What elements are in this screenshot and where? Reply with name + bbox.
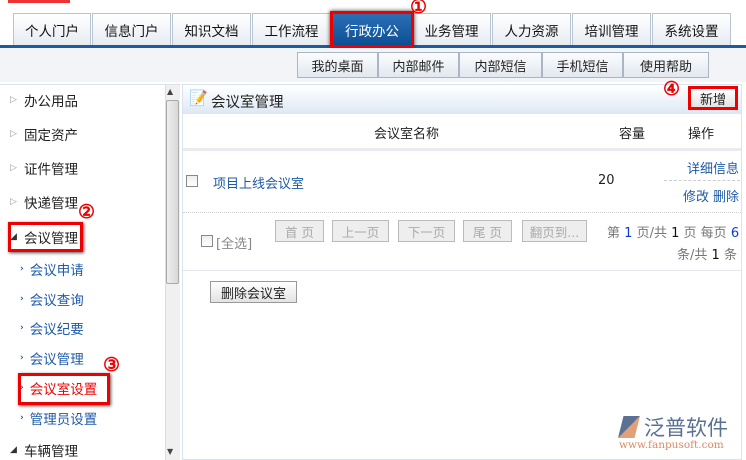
annotation-3: ③ [103,354,121,376]
collapse-arrow-icon: ◢ [10,445,17,455]
pager-text: 页 每页 [683,226,727,241]
scroll-up-icon[interactable]: ▲ [167,87,173,96]
sidebar-item-meeting-query[interactable]: › 会议查询 [20,289,84,309]
detail-link[interactable]: 详细信息 [687,158,739,177]
highlight-box [8,222,83,252]
expand-arrow-icon: ▷ [10,95,17,105]
column-header-name: 会议室名称 [374,127,440,142]
goto-page-button[interactable]: 翻页到... [522,220,587,242]
divider [183,270,741,271]
add-button[interactable]: 新增 [688,86,738,110]
tab-knowledge-docs[interactable]: 知识文档 [172,13,251,46]
subtab-internal-sms[interactable]: 内部短信 [459,52,542,78]
sidebar-label: 会议查询 [29,293,84,309]
sidebar-label: 快递管理 [24,196,78,212]
delete-room-button[interactable]: 删除会议室 [210,281,297,303]
sidebar-group-express[interactable]: ▷ 快递管理 [10,192,78,212]
room-name-link[interactable]: 项目上线会议室 [213,173,304,192]
subtab-mobile-sms[interactable]: 手机短信 [542,52,623,78]
page-title: 会议室管理 [211,95,284,111]
pager-text: 页/共 [636,226,667,241]
sidebar-group-vehicles[interactable]: ◢ 车辆管理 [10,440,78,460]
sidebar-label: 会议纪要 [29,322,84,338]
divider [183,148,741,151]
top-red-strip [8,0,70,3]
tab-training[interactable]: 培训管理 [572,13,651,46]
room-capacity: 20 [598,173,615,188]
tab-system-settings[interactable]: 系统设置 [652,13,731,46]
sidebar-label: 固定资产 [24,128,78,144]
tab-workflow[interactable]: 工作流程 [252,13,331,46]
bullet-icon: › [20,323,24,333]
bullet-icon: › [20,294,24,304]
last-page-button[interactable]: 尾 页 [463,220,512,242]
sidebar-item-meeting-minutes[interactable]: › 会议纪要 [20,318,84,338]
watermark-url: www.fanpusoft.com [619,439,724,451]
edit-icon: 📝 [189,89,208,107]
delete-link[interactable]: 删除 [713,186,739,205]
column-header-capacity: 容量 [619,127,646,142]
sidebar-label: 会议管理 [29,352,84,368]
bullet-icon: › [20,264,24,274]
subtab-my-desktop[interactable]: 我的桌面 [297,52,378,78]
per-page: 6 [730,226,740,241]
divider [183,212,741,213]
pager-text: 第 [607,226,621,241]
select-all-checkbox[interactable] [201,235,213,247]
column-header-actions: 操作 [688,127,715,142]
current-page: 1 [624,226,633,241]
expand-arrow-icon: ▷ [10,163,17,173]
logo-icon [618,416,640,438]
tab-info-portal[interactable]: 信息门户 [92,13,171,46]
main-panel [182,84,742,460]
sidebar-item-meeting-manage[interactable]: › 会议管理 [20,348,84,368]
row-checkbox[interactable] [186,175,198,187]
scrollbar-thumb[interactable] [166,100,179,284]
prev-page-button[interactable]: 上一页 [332,220,389,242]
watermark-brand: 泛普软件 [644,416,728,440]
pager-info-2: 条/共 1 条 [677,244,737,263]
next-page-button[interactable]: 下一页 [398,220,455,242]
sidebar-label: 车辆管理 [24,444,78,460]
expand-arrow-icon: ▷ [10,197,17,207]
annotation-1: ① [410,0,428,18]
sidebar-label: 管理员设置 [29,412,98,428]
sidebar-group-certificates[interactable]: ▷ 证件管理 [10,158,78,178]
expand-arrow-icon: ▷ [10,129,17,139]
pager-text: 条 [723,248,737,263]
tab-admin-office[interactable]: 行政办公 [330,11,414,48]
total-records: 1 [711,248,720,263]
tab-personal-portal[interactable]: 个人门户 [13,13,91,46]
sidebar-label: 办公用品 [24,94,78,110]
pager-info: 第 1 页/共 1 页 每页 6 [607,222,739,241]
divider [664,180,740,181]
annotation-2: ② [78,201,96,223]
sidebar-item-meeting-apply[interactable]: › 会议申请 [20,259,84,279]
first-page-button[interactable]: 首 页 [275,220,324,242]
highlight-box [18,373,110,405]
sidebar-item-admin-settings[interactable]: › 管理员设置 [20,408,97,428]
sidebar-label: 会议申请 [29,263,84,279]
sidebar-group-fixed-assets[interactable]: ▷ 固定资产 [10,124,78,144]
subtab-internal-mail[interactable]: 内部邮件 [378,52,459,78]
sidebar-label: 证件管理 [24,162,78,178]
subtab-help[interactable]: 使用帮助 [623,52,709,78]
select-all-label[interactable]: [全选] [216,233,252,252]
pager-text: 条/共 [677,248,708,263]
bullet-icon: › [20,413,24,423]
tab-hr[interactable]: 人力资源 [492,13,571,46]
bullet-icon: › [20,353,24,363]
scroll-down-icon[interactable]: ▼ [167,447,173,456]
annotation-4: ④ [663,78,681,100]
edit-link[interactable]: 修改 [683,186,709,205]
total-pages: 1 [671,226,680,241]
sidebar-group-office-supplies[interactable]: ▷ 办公用品 [10,90,78,110]
watermark-logo: 泛普软件 [618,412,728,442]
